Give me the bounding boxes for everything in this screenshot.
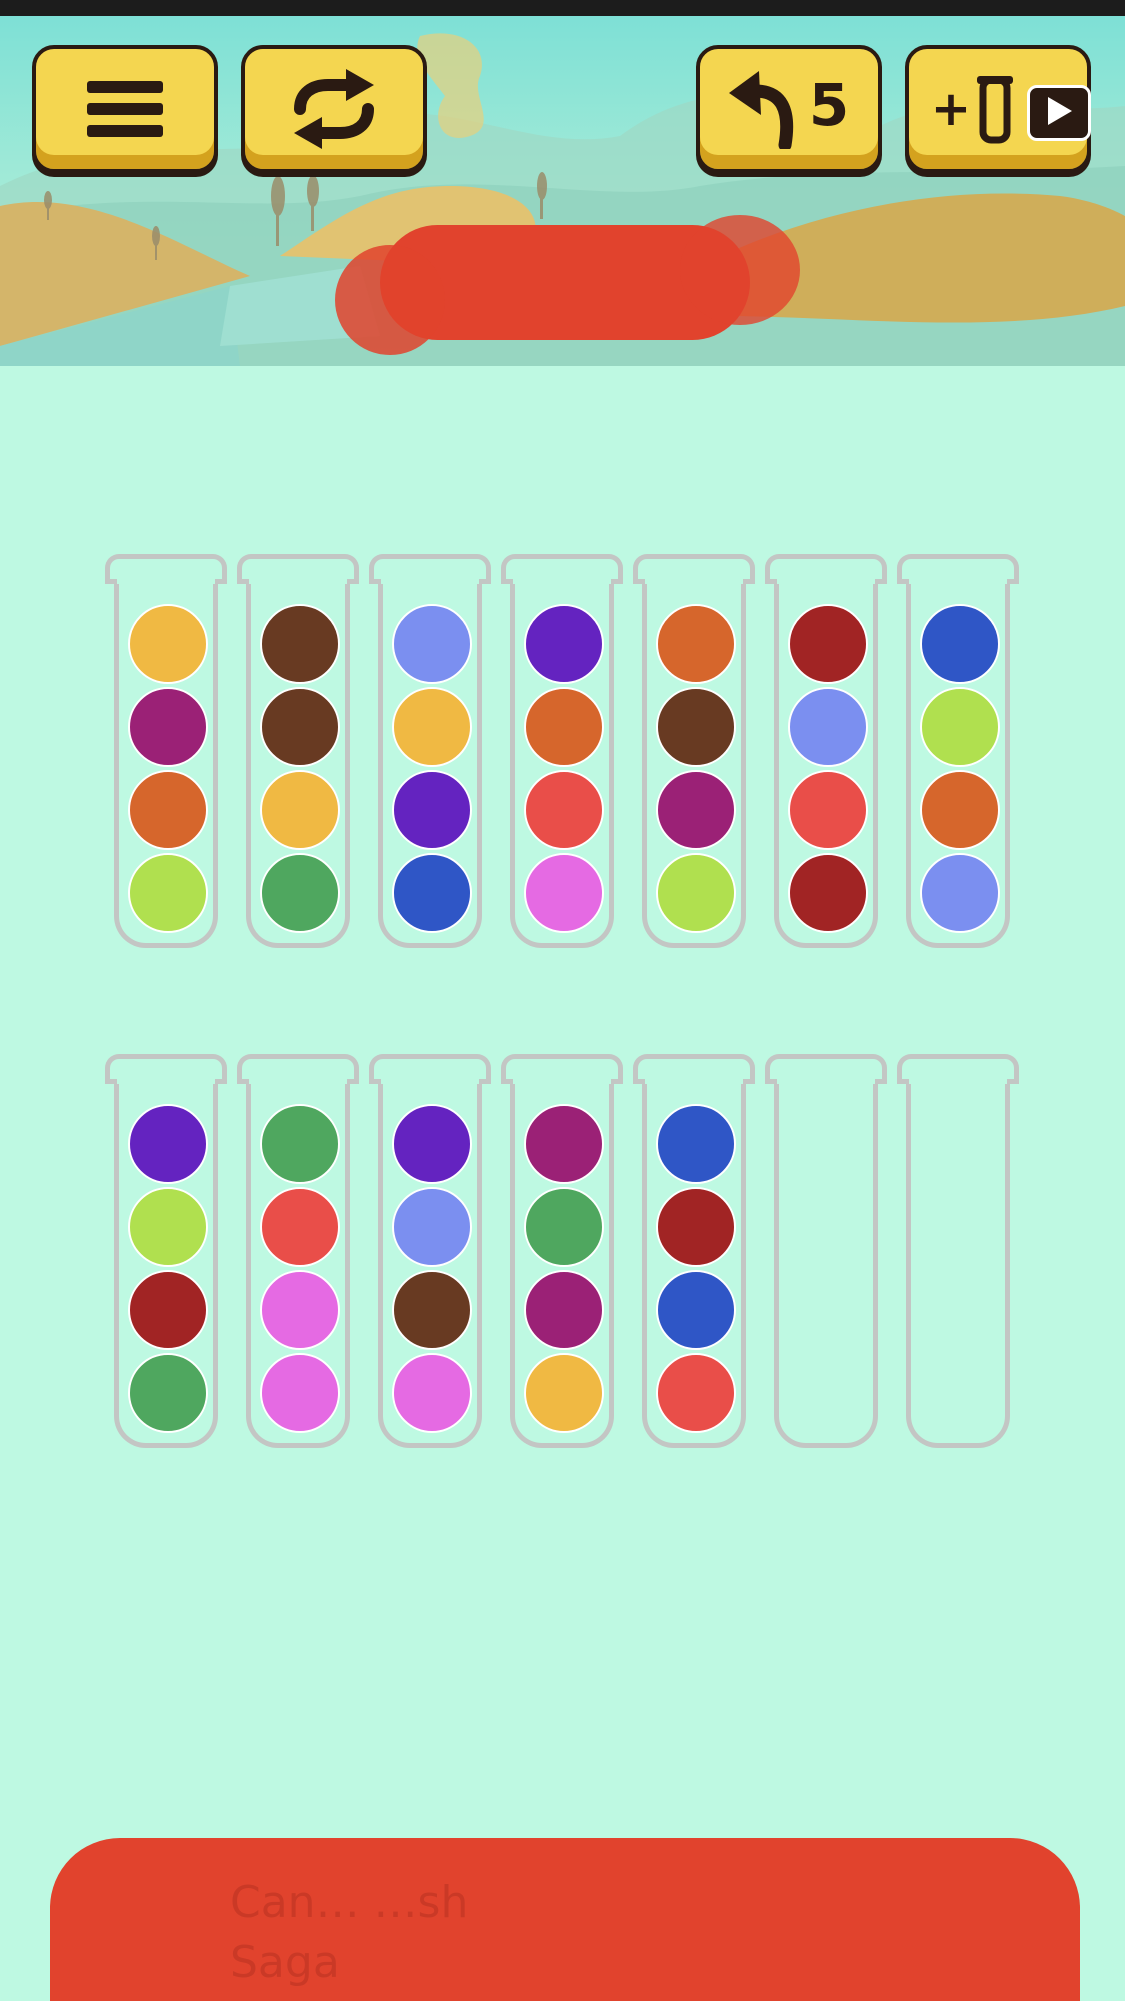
- watch-ad-badge: [1027, 85, 1091, 141]
- ball-brown: [260, 604, 340, 684]
- ball-purple: [524, 1270, 604, 1350]
- ball-pink: [260, 1353, 340, 1433]
- status-bar: [0, 0, 1125, 16]
- ball-violet: [524, 604, 604, 684]
- tube-8[interactable]: [105, 1054, 227, 1448]
- undo-button[interactable]: 5: [696, 45, 882, 173]
- ball-maroon: [788, 604, 868, 684]
- play-video-icon: [1044, 95, 1074, 131]
- ball-red: [788, 770, 868, 850]
- ball-red: [656, 1353, 736, 1433]
- ball-orange: [920, 770, 1000, 850]
- ball-blue: [920, 604, 1000, 684]
- tube-14[interactable]: [897, 1054, 1019, 1448]
- tube-9[interactable]: [237, 1054, 359, 1448]
- tube-4[interactable]: [501, 554, 623, 948]
- add-tube-button[interactable]: +: [905, 45, 1091, 173]
- ball-lime: [128, 1187, 208, 1267]
- ball-blue: [392, 853, 472, 933]
- ball-brown: [656, 687, 736, 767]
- level-title-redacted: [335, 215, 800, 355]
- ball-violet: [128, 1104, 208, 1184]
- ball-lime: [128, 853, 208, 933]
- ball-red: [260, 1187, 340, 1267]
- ball-blue: [656, 1270, 736, 1350]
- add-tube-prefix: +: [930, 81, 972, 137]
- menu-button[interactable]: [32, 45, 218, 173]
- ball-red: [524, 770, 604, 850]
- ball-pink: [392, 1353, 472, 1433]
- ball-maroon: [788, 853, 868, 933]
- ball-green: [524, 1187, 604, 1267]
- ad-banner-text: Can… …sh Saga: [230, 1877, 469, 1988]
- undo-count: 5: [808, 71, 850, 139]
- tube-13[interactable]: [765, 1054, 887, 1448]
- ball-pink: [260, 1270, 340, 1350]
- ball-violet: [392, 1104, 472, 1184]
- tube-3[interactable]: [369, 554, 491, 948]
- ball-lime: [920, 687, 1000, 767]
- ad-banner-redacted[interactable]: Can… …sh Saga: [50, 1838, 1080, 2001]
- add-tube-icon: [975, 74, 1015, 144]
- ball-orange: [656, 604, 736, 684]
- ball-purple: [656, 770, 736, 850]
- ball-lime: [656, 853, 736, 933]
- ball-yellow: [128, 604, 208, 684]
- ball-yellow: [260, 770, 340, 850]
- ball-periwinkle: [392, 604, 472, 684]
- tube-6[interactable]: [765, 554, 887, 948]
- ball-brown: [392, 1270, 472, 1350]
- restart-arrows-icon: [286, 69, 382, 149]
- ball-maroon: [656, 1187, 736, 1267]
- ball-blue: [656, 1104, 736, 1184]
- tube-11[interactable]: [501, 1054, 623, 1448]
- tube-2[interactable]: [237, 554, 359, 948]
- tube-12[interactable]: [633, 1054, 755, 1448]
- ball-green: [260, 1104, 340, 1184]
- restart-button[interactable]: [241, 45, 427, 173]
- ball-pink: [524, 853, 604, 933]
- tube-7[interactable]: [897, 554, 1019, 948]
- ball-brown: [260, 687, 340, 767]
- tube-5[interactable]: [633, 554, 755, 948]
- ball-purple: [524, 1104, 604, 1184]
- ball-green: [128, 1353, 208, 1433]
- ball-yellow: [392, 687, 472, 767]
- ball-purple: [128, 687, 208, 767]
- ball-periwinkle: [920, 853, 1000, 933]
- ball-orange: [524, 687, 604, 767]
- ball-orange: [128, 770, 208, 850]
- tube-1[interactable]: [105, 554, 227, 948]
- ball-periwinkle: [392, 1187, 472, 1267]
- ball-violet: [392, 770, 472, 850]
- ball-green: [260, 853, 340, 933]
- ball-periwinkle: [788, 687, 868, 767]
- tube-10[interactable]: [369, 1054, 491, 1448]
- ball-yellow: [524, 1353, 604, 1433]
- undo-arrow-icon: [728, 69, 799, 149]
- hamburger-menu-icon: [85, 79, 165, 139]
- ball-maroon: [128, 1270, 208, 1350]
